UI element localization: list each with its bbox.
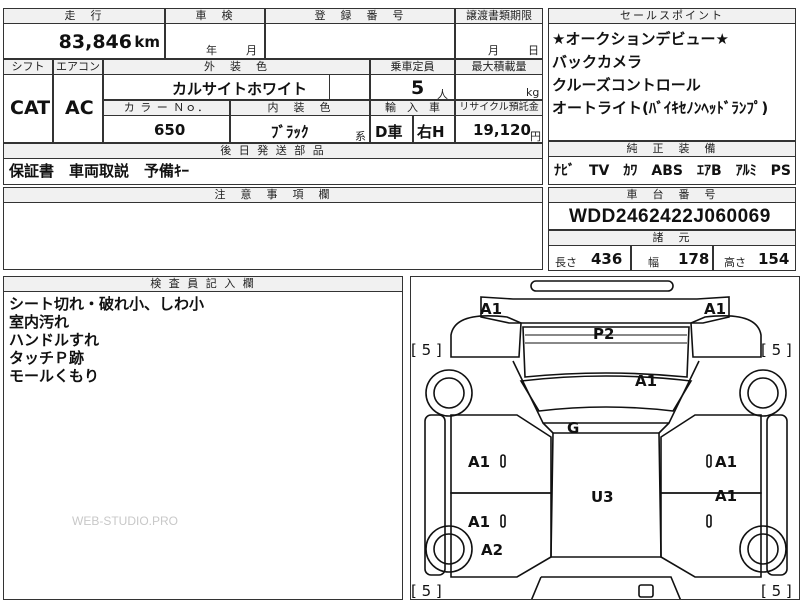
mark-right-rear-door: A1 <box>715 487 738 505</box>
mileage-cell: 83,846 km <box>3 23 165 59</box>
exterior-color-divider <box>329 75 330 99</box>
aircon-cell: AC <box>53 74 103 143</box>
tire-front-left: [ 5 ] <box>411 341 442 359</box>
mark-front-right: A1 <box>704 300 727 318</box>
inspector-note: モールくもり <box>9 367 100 385</box>
length-label: 長さ <box>555 256 577 269</box>
inspector-header: 検 査 員 記 入 欄 <box>3 276 403 292</box>
max-load-cell: kg <box>455 74 543 100</box>
registration-header: 登 録 番 号 <box>265 8 455 24</box>
recycle-unit: 円 <box>530 130 541 143</box>
color-no-header: カ ラ ー Ｎｏ． <box>103 100 230 116</box>
sales-point-item: オートライト(ﾊﾞｲｷｾﾉﾝﾍｯﾄﾞﾗﾝﾌﾟ) <box>552 99 769 117</box>
aircon-header: エアコン <box>53 59 103 75</box>
transfer-deadline-header: 譲渡書類期限 <box>455 8 543 24</box>
inspection-cell: 年 月 <box>165 23 265 59</box>
mark-front-left: A1 <box>480 300 503 318</box>
inspector-note: 室内汚れ <box>9 313 70 331</box>
mark-roof: U3 <box>591 488 614 506</box>
accessories-value: 保証書 車両取説 予備ｷｰ <box>9 162 190 180</box>
inspector-note: タッチＰ跡 <box>9 349 85 367</box>
exterior-color-value: カルサイトホワイト <box>172 80 308 98</box>
chassis-number: WDD2462422J060069 <box>569 206 771 227</box>
mark-glass: G <box>567 419 580 437</box>
registration-cell <box>265 23 455 59</box>
aircon-value: AC <box>65 97 94 119</box>
interior-color-header: 内 装 色 <box>230 100 370 116</box>
interior-color-suffix: 系 <box>355 130 366 143</box>
max-load-unit: kg <box>526 86 540 99</box>
mileage-value: 83,846 <box>58 31 132 53</box>
capacity-value: 5 <box>411 77 425 99</box>
chassis-header: 車 台 番 号 <box>548 187 796 203</box>
dimensions-header: 諸 元 <box>548 230 796 246</box>
width-label: 幅 <box>648 256 659 269</box>
exterior-color-header: 外 装 色 <box>103 59 370 75</box>
notes-cell <box>3 202 543 270</box>
equipment-value: ﾅﾋﾞ TV ｶﾜ ABS ｴｱB ｱﾙﾐ PS PW <box>554 163 800 179</box>
tire-rear-left: [ 5 ] <box>411 582 442 600</box>
import-header: 輸 入 車 <box>370 100 455 116</box>
capacity-cell: 5 人 <box>370 74 455 101</box>
sales-points-header: セールスポイント <box>548 8 796 24</box>
sales-point-item: クルーズコントロール <box>552 76 701 94</box>
tire-front-right: [ 5 ] <box>761 341 792 359</box>
inspector-notes-box: シート切れ・破れ小、しわ小 室内汚れ ハンドルすれ タッチＰ跡 モールくもり W… <box>3 291 403 600</box>
inspector-note: ハンドルすれ <box>9 331 100 349</box>
length-value: 436 <box>591 250 623 268</box>
watermark: WEB-STUDIO.PRO <box>72 514 179 528</box>
inspector-note: シート切れ・破れ小、しわ小 <box>9 295 205 313</box>
deadline-month-label: 月 <box>488 44 499 57</box>
sales-point-item: ★オークションデビュー★ <box>552 30 729 48</box>
shift-value: CAT <box>10 97 51 119</box>
mileage-header: 走 行 <box>3 8 165 24</box>
color-no-cell: 650 <box>103 115 230 143</box>
steering-value: 右H <box>417 123 445 141</box>
accessories-cell: 保証書 車両取説 予備ｷｰ <box>3 158 543 185</box>
width-value: 178 <box>678 250 710 268</box>
height-value: 154 <box>758 250 790 268</box>
inspection-year-label: 年 <box>206 44 217 57</box>
shift-cell: CAT <box>3 74 53 143</box>
width-cell: 幅 178 <box>631 245 713 271</box>
mileage-unit: km <box>134 33 160 51</box>
shift-header: シフト <box>3 59 53 75</box>
sales-point-item: バックカメラ <box>552 53 643 71</box>
drive-side-cell: D車 <box>370 115 413 143</box>
max-load-header: 最大積載量 <box>455 59 543 75</box>
inspection-month-label: 月 <box>246 44 257 57</box>
accessories-header: 後 日 発 送 部 品 <box>3 143 543 159</box>
mark-hood: A1 <box>635 372 658 390</box>
height-cell: 高さ 154 <box>713 245 796 271</box>
mark-windshield: P2 <box>593 325 615 343</box>
capacity-header: 乗車定員 <box>370 59 455 75</box>
deadline-day-label: 日 <box>528 44 539 57</box>
mark-left-front-door: A1 <box>468 453 491 471</box>
color-no-value: 650 <box>154 121 186 139</box>
exterior-color-cell: カルサイトホワイト <box>103 74 370 100</box>
recycle-cell: 19,120 円 <box>455 115 543 143</box>
equipment-header: 純 正 装 備 <box>548 141 796 157</box>
chassis-cell: WDD2462422J060069 <box>548 202 796 230</box>
inspection-header: 車 検 <box>165 8 265 24</box>
height-label: 高さ <box>724 256 746 269</box>
interior-color-cell: ﾌﾞﾗｯｸ 系 <box>230 115 370 143</box>
length-cell: 長さ 436 <box>548 245 631 271</box>
transfer-deadline-cell: 月 日 <box>455 23 543 59</box>
notes-header: 注 意 事 項 欄 <box>3 187 543 203</box>
car-damage-diagram: A1 A1 P2 A1 G U3 A1 A1 A1 A1 A2 [ 5 ] [ … <box>410 276 800 600</box>
drive-side-value: D車 <box>375 123 403 141</box>
mark-left-rear-quarter: A2 <box>481 541 504 559</box>
sales-points-box: ★オークションデビュー★ バックカメラ クルーズコントロール オートライト(ﾊﾞ… <box>548 23 796 141</box>
steering-cell: 右H <box>413 115 455 143</box>
mark-right-front-door: A1 <box>715 453 738 471</box>
recycle-header: リサイクル預託金 <box>455 100 543 116</box>
tire-rear-right: [ 5 ] <box>761 582 792 600</box>
interior-color-value: ﾌﾞﾗｯｸ <box>271 123 309 141</box>
mark-left-rear-door: A1 <box>468 513 491 531</box>
equipment-cell: ﾅﾋﾞ TV ｶﾜ ABS ｴｱB ｱﾙﾐ PS PW <box>548 156 800 185</box>
recycle-value: 19,120 <box>473 121 531 139</box>
